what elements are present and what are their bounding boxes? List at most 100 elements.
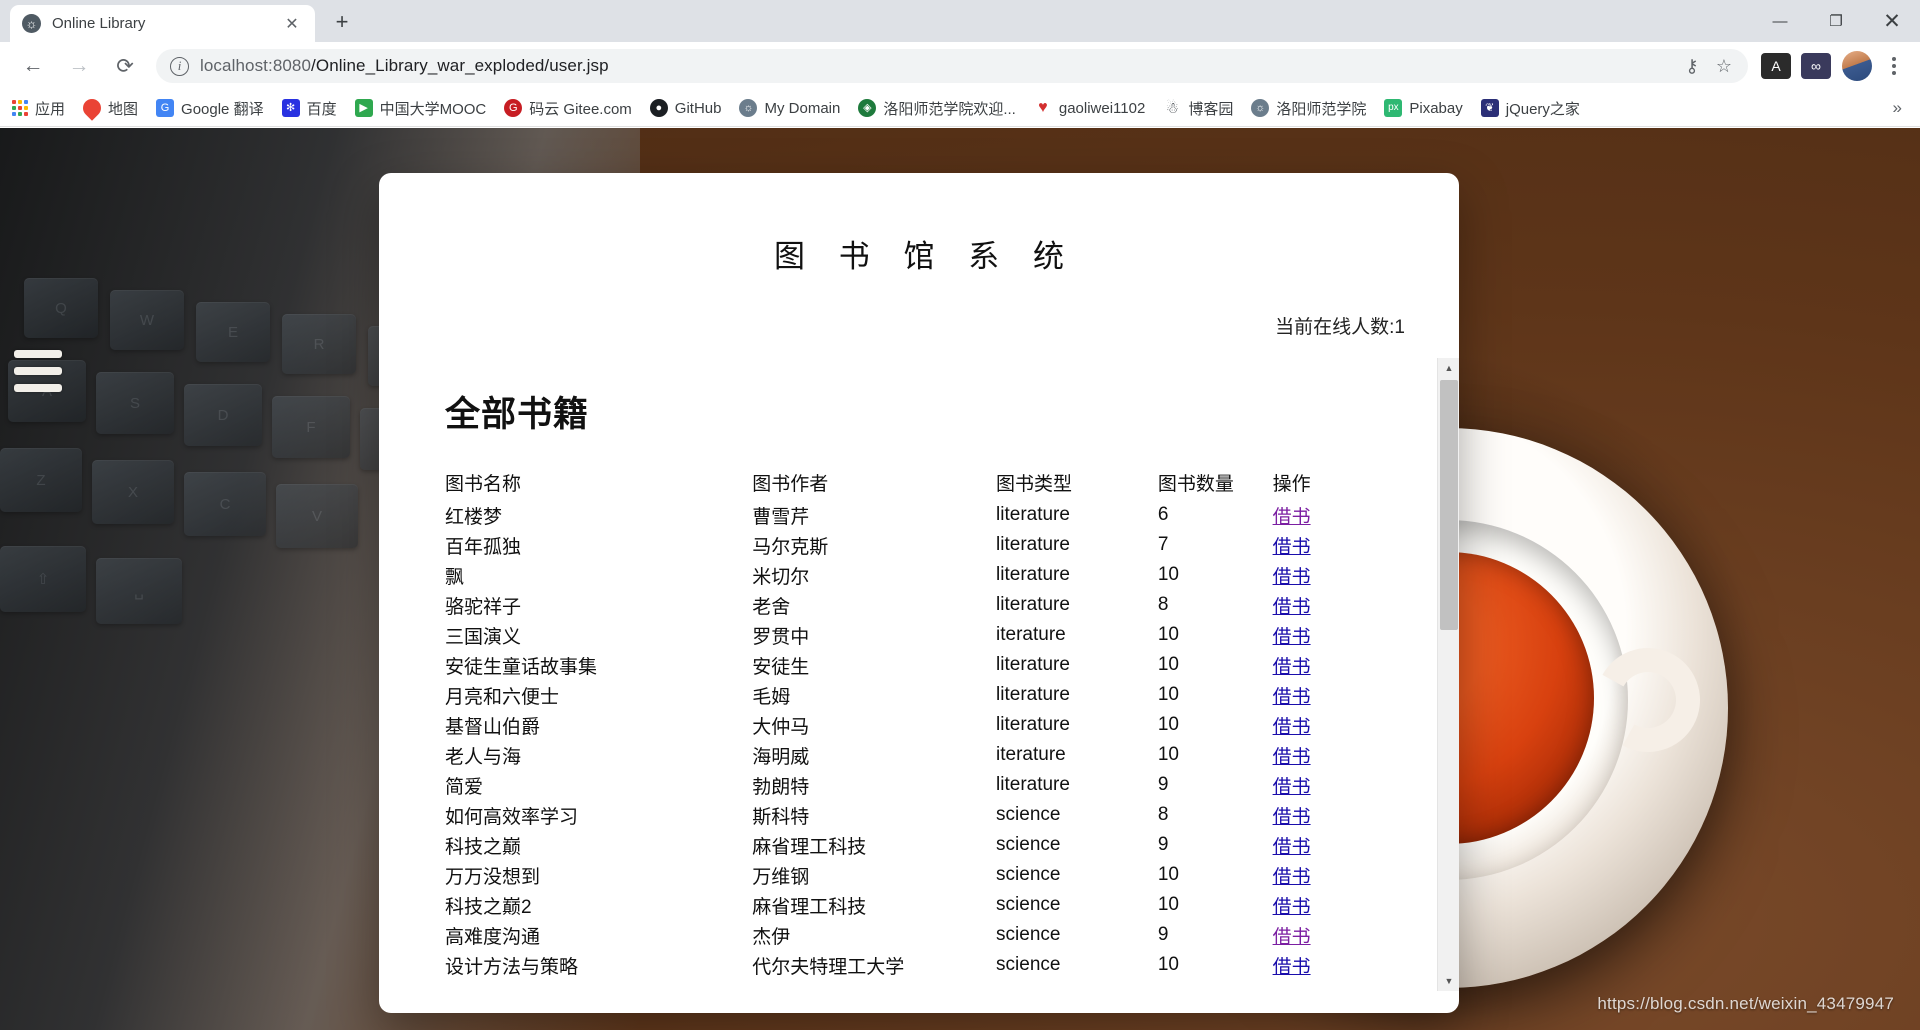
bookmark-gaoliwei1102[interactable]: ♥ gaoliwei1102 xyxy=(1034,99,1145,117)
cell-book-action: 借书 xyxy=(1273,800,1375,830)
cell-book-name: 月亮和六便士 xyxy=(445,680,752,710)
borrow-book-link[interactable]: 借书 xyxy=(1273,687,1311,708)
bookmark-jquery-home[interactable]: ❦ jQuery之家 xyxy=(1481,98,1580,119)
strawberry-icon: ♥ xyxy=(1034,99,1052,117)
avatar[interactable] xyxy=(1842,51,1872,81)
bookmark-my-domain[interactable]: ☼ My Domain xyxy=(739,99,840,117)
url-host: localhost:8080 xyxy=(200,56,311,75)
table-header-row: 图书名称 图书作者 图书类型 图书数量 操作 xyxy=(445,469,1375,500)
bookmark-pixabay[interactable]: px Pixabay xyxy=(1384,99,1462,117)
books-table-head: 图书名称 图书作者 图书类型 图书数量 操作 xyxy=(445,469,1375,500)
cell-book-action: 借书 xyxy=(1273,740,1375,770)
borrow-book-link[interactable]: 借书 xyxy=(1273,657,1311,678)
bookmarks-overflow-button[interactable]: » xyxy=(1893,98,1908,118)
bookmark-label: 地图 xyxy=(108,98,138,119)
mooc-icon: ▶ xyxy=(355,99,373,117)
cell-book-qty: 10 xyxy=(1158,710,1273,740)
borrow-book-link[interactable]: 借书 xyxy=(1273,537,1311,558)
window-controls: — ❐ ✕ xyxy=(1752,0,1920,42)
borrow-book-link[interactable]: 借书 xyxy=(1273,567,1311,588)
cell-book-qty: 6 xyxy=(1158,500,1273,530)
extension-a-icon[interactable]: A xyxy=(1761,53,1791,79)
new-tab-button[interactable]: + xyxy=(325,5,359,39)
bookmark-apps[interactable]: 应用 xyxy=(12,98,65,119)
bookmark-gitee[interactable]: G 码云 Gitee.com xyxy=(504,98,632,119)
scrollbar-thumb[interactable] xyxy=(1440,380,1458,630)
cell-book-qty: 9 xyxy=(1158,770,1273,800)
borrow-book-link[interactable]: 借书 xyxy=(1273,597,1311,618)
browser-menu-icon[interactable] xyxy=(1878,57,1910,75)
table-row: 高难度沟通杰伊science9借书 xyxy=(445,920,1375,950)
cell-book-name: 如何高效率学习 xyxy=(445,800,752,830)
cell-book-action: 借书 xyxy=(1273,500,1375,530)
table-row: 如何高效率学习斯科特science8借书 xyxy=(445,800,1375,830)
borrow-book-link[interactable]: 借书 xyxy=(1273,717,1311,738)
bookmark-maps[interactable]: 地图 xyxy=(83,98,138,119)
close-icon[interactable]: ✕ xyxy=(281,14,303,34)
back-icon[interactable]: ← xyxy=(14,47,52,85)
tab-online-library[interactable]: ☼ Online Library ✕ xyxy=(10,5,315,42)
maximize-button[interactable]: ❐ xyxy=(1808,0,1864,42)
vertical-scrollbar[interactable]: ▲ ▼ xyxy=(1437,358,1459,991)
borrow-book-link[interactable]: 借书 xyxy=(1273,747,1311,768)
cell-book-name: 百年孤独 xyxy=(445,530,752,560)
page-title: 图 书 馆 系 统 xyxy=(379,231,1459,276)
column-header-name: 图书名称 xyxy=(445,469,752,500)
scroll-down-arrow-icon[interactable]: ▼ xyxy=(1438,971,1459,991)
table-row: 安徒生童话故事集安徒生literature10借书 xyxy=(445,650,1375,680)
bookmark-label: jQuery之家 xyxy=(1506,98,1580,119)
borrow-book-link[interactable]: 借书 xyxy=(1273,507,1311,528)
cell-book-action: 借书 xyxy=(1273,860,1375,890)
cell-book-type: iterature xyxy=(996,620,1158,650)
bookmark-cnblogs[interactable]: ☃ 博客园 xyxy=(1163,98,1233,119)
scroll-up-arrow-icon[interactable]: ▲ xyxy=(1438,358,1459,378)
cell-book-author: 罗贯中 xyxy=(752,620,996,650)
borrow-book-link[interactable]: 借书 xyxy=(1273,957,1311,978)
url-path: /Online_Library_war_exploded/user.jsp xyxy=(311,56,609,75)
cell-book-type: literature xyxy=(996,650,1158,680)
cell-book-author: 海明威 xyxy=(752,740,996,770)
cell-book-type: literature xyxy=(996,590,1158,620)
address-bar[interactable]: i localhost:8080/Online_Library_war_expl… xyxy=(156,49,1748,83)
cell-book-action: 借书 xyxy=(1273,560,1375,590)
site-info-icon[interactable]: i xyxy=(170,57,189,76)
cell-book-qty: 10 xyxy=(1158,890,1273,920)
borrow-book-link[interactable]: 借书 xyxy=(1273,807,1311,828)
table-row: 红楼梦曹雪芹literature6借书 xyxy=(445,500,1375,530)
bookmark-mooc[interactable]: ▶ 中国大学MOOC xyxy=(355,98,487,119)
bookmark-star-icon[interactable]: ☆ xyxy=(1708,50,1740,82)
extension-b-icon[interactable]: ∞ xyxy=(1801,53,1831,79)
cell-book-qty: 9 xyxy=(1158,830,1273,860)
cell-book-author: 勃朗特 xyxy=(752,770,996,800)
hamburger-menu-icon[interactable] xyxy=(14,350,62,392)
bookmark-luoyang-welcome[interactable]: ◈ 洛阳师范学院欢迎... xyxy=(858,98,1016,119)
borrow-book-link[interactable]: 借书 xyxy=(1273,627,1311,648)
cell-book-qty: 9 xyxy=(1158,920,1273,950)
scroll-area: 全部书籍 图书名称 图书作者 图书类型 图书数量 操作 红楼梦曹雪芹litera xyxy=(379,358,1459,991)
bookmark-label: 中国大学MOOC xyxy=(380,98,487,119)
borrow-book-link[interactable]: 借书 xyxy=(1273,837,1311,858)
borrow-book-link[interactable]: 借书 xyxy=(1273,777,1311,798)
bookmark-github[interactable]: ● GitHub xyxy=(650,99,722,117)
table-row: 骆驼祥子老舍literature8借书 xyxy=(445,590,1375,620)
cell-book-action: 借书 xyxy=(1273,530,1375,560)
table-row: 飘米切尔literature10借书 xyxy=(445,560,1375,590)
borrow-book-link[interactable]: 借书 xyxy=(1273,867,1311,888)
bookmark-luoyang-normal[interactable]: ☼ 洛阳师范学院 xyxy=(1251,98,1366,119)
github-icon: ● xyxy=(650,99,668,117)
cell-book-qty: 10 xyxy=(1158,860,1273,890)
table-row: 万万没想到万维钢science10借书 xyxy=(445,860,1375,890)
cell-book-author: 杰伊 xyxy=(752,920,996,950)
minimize-button[interactable]: — xyxy=(1752,0,1808,42)
borrow-book-link[interactable]: 借书 xyxy=(1273,927,1311,948)
cell-book-qty: 10 xyxy=(1158,560,1273,590)
reload-icon[interactable]: ⟳ xyxy=(106,47,144,85)
bookmark-baidu[interactable]: ✻ 百度 xyxy=(282,98,337,119)
bookmark-google-translate[interactable]: G Google 翻译 xyxy=(156,98,264,119)
key-icon[interactable]: ⚷ xyxy=(1676,50,1708,82)
cell-book-author: 曹雪芹 xyxy=(752,500,996,530)
cell-book-qty: 8 xyxy=(1158,590,1273,620)
window-close-button[interactable]: ✕ xyxy=(1864,0,1920,42)
forward-icon[interactable]: → xyxy=(60,47,98,85)
borrow-book-link[interactable]: 借书 xyxy=(1273,897,1311,918)
